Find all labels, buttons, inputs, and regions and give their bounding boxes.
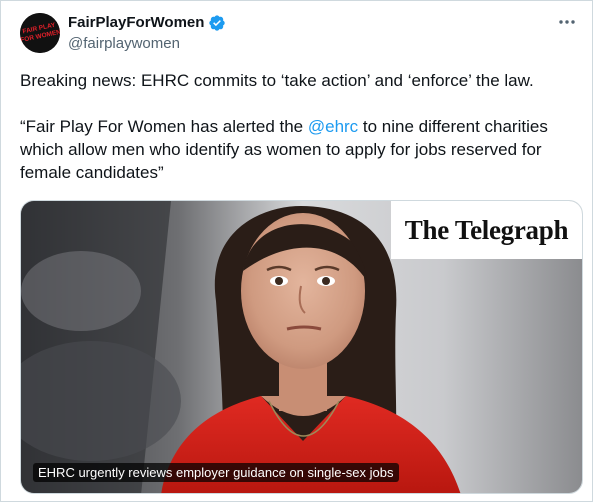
telegraph-logo: The Telegraph: [391, 201, 582, 259]
avatar[interactable]: FAIR PLAY FOR WOMEN: [20, 13, 60, 53]
author-name-row: FairPlayForWomen: [68, 14, 226, 32]
tweet-card: FAIR PLAY FOR WOMEN FairPlayForWomen @fa…: [0, 0, 593, 502]
author-handle[interactable]: @fairplaywomen: [68, 35, 180, 53]
author-display-name[interactable]: FairPlayForWomen: [68, 14, 204, 32]
more-horizontal-icon: [559, 20, 575, 24]
verified-badge-icon: [209, 15, 226, 31]
more-options-button[interactable]: [554, 11, 580, 33]
tweet-paragraph-1: Breaking news: EHRC commits to ‘take act…: [20, 71, 534, 90]
mention-link[interactable]: @ehrc: [308, 117, 358, 136]
tweet-text: Breaking news: EHRC commits to ‘take act…: [20, 69, 575, 184]
avatar-logo: FAIR PLAY FOR WOMEN: [20, 13, 60, 53]
tweet-media[interactable]: The Telegraph EHRC urgently reviews empl…: [20, 200, 583, 494]
media-caption: EHRC urgently reviews employer guidance …: [33, 463, 399, 482]
quote-text-before: “Fair Play For Women has alerted the: [20, 117, 308, 136]
tweet-paragraph-2: “Fair Play For Women has alerted the @eh…: [20, 115, 575, 184]
